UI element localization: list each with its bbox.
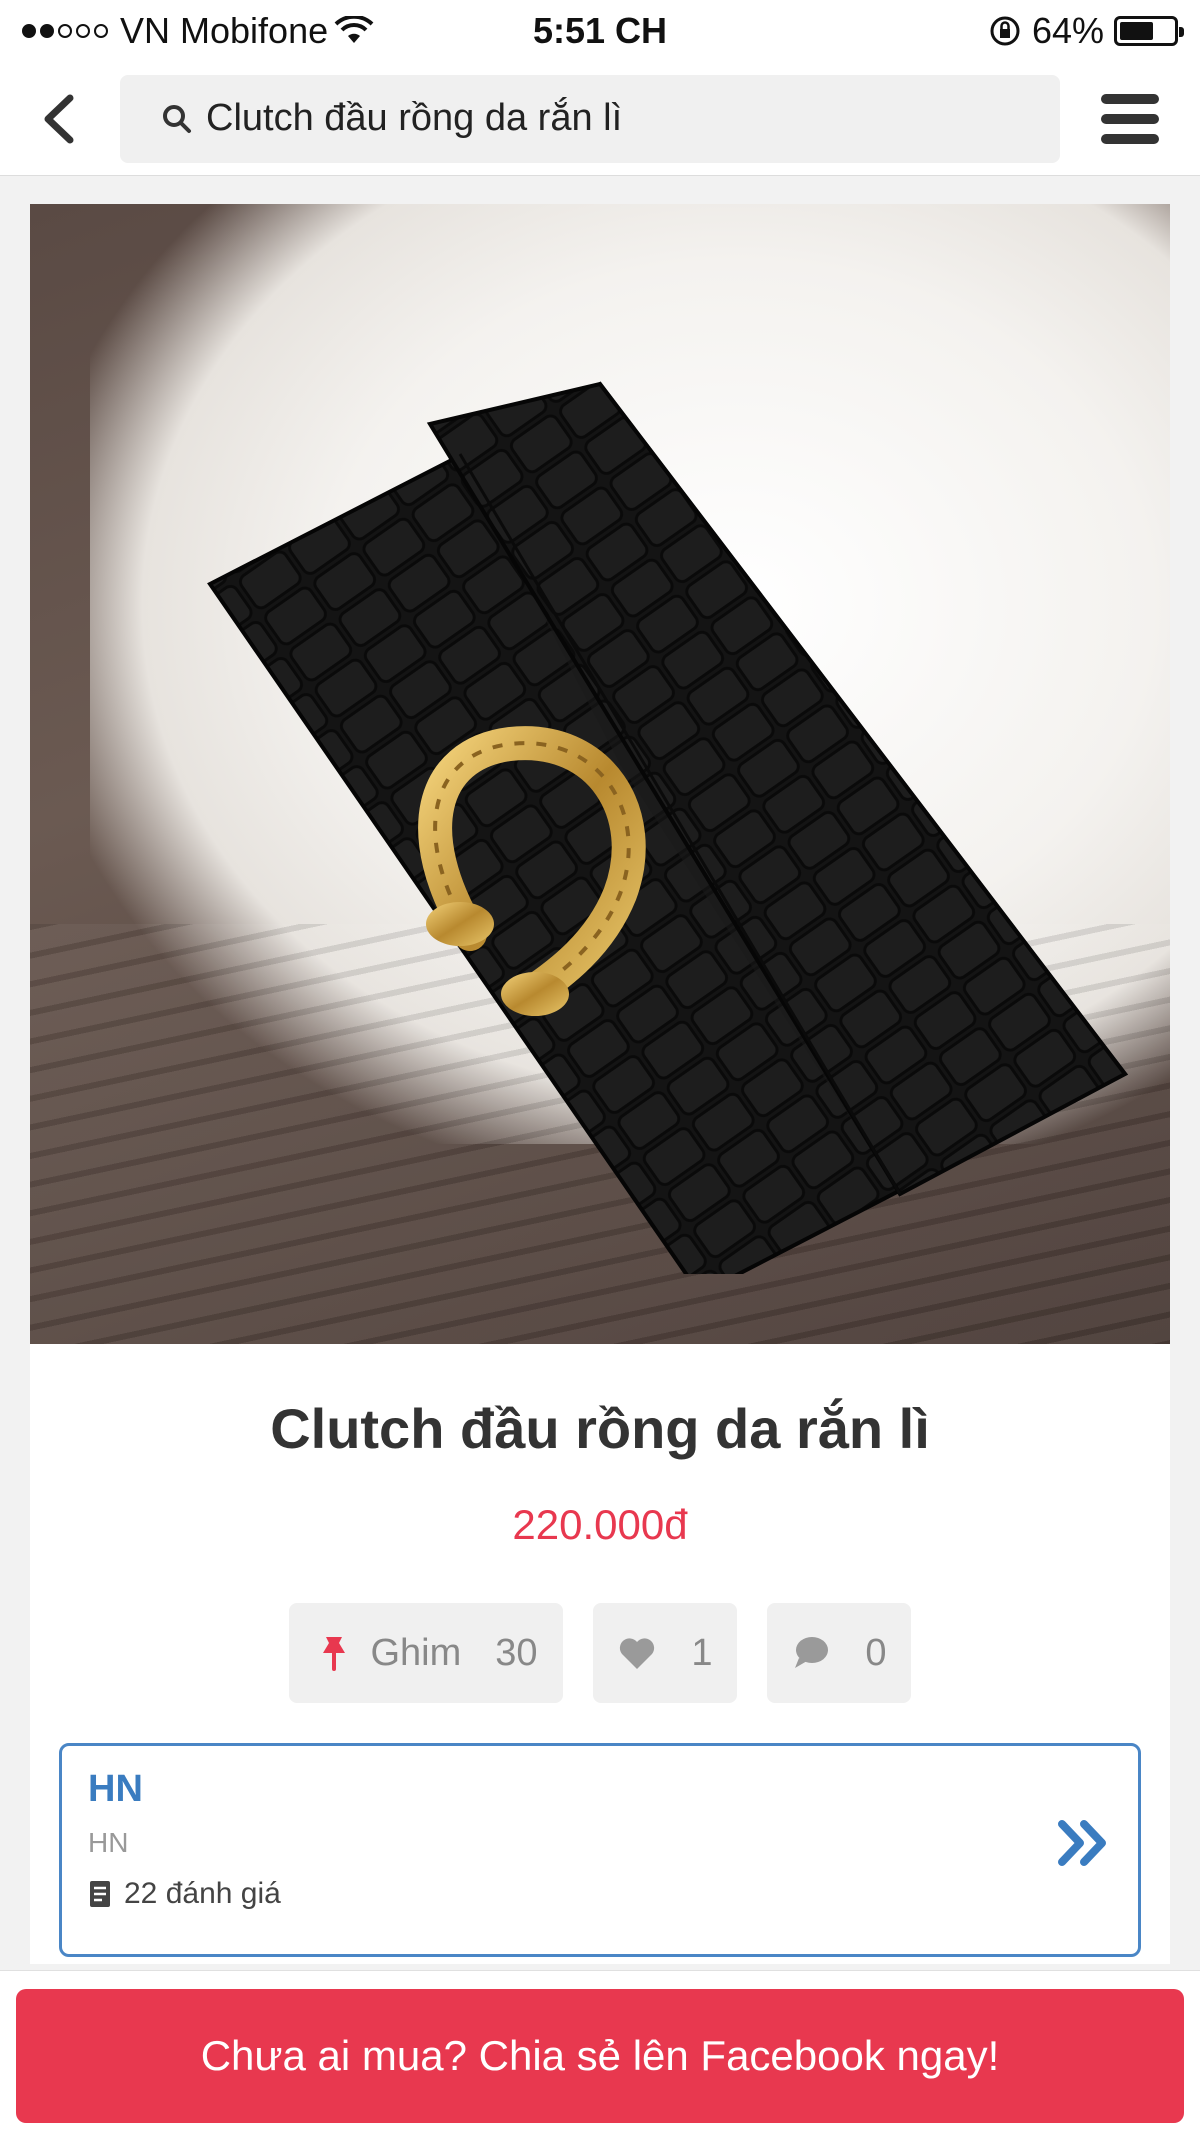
product-price: 220.000đ	[512, 1501, 688, 1548]
pin-icon	[323, 1637, 346, 1671]
product-image[interactable]	[30, 204, 1170, 1344]
like-count: 1	[691, 1631, 713, 1674]
rotation-lock-icon	[990, 16, 1020, 46]
double-chevron-right-icon[interactable]	[1056, 1818, 1112, 1868]
shop-name[interactable]: HN	[88, 1768, 1112, 1811]
pin-count: 30	[495, 1631, 538, 1674]
share-facebook-button[interactable]: Chưa ai mua? Chia sẻ lên Facebook ngay!	[16, 1989, 1184, 2123]
status-right: 64%	[988, 10, 1184, 52]
comment-button[interactable]: 0	[767, 1603, 911, 1703]
product-card: Clutch đầu rồng da rắn lì 220.000đ Ghim …	[30, 204, 1170, 1964]
chevron-left-icon	[44, 94, 74, 143]
heart-icon	[620, 1638, 655, 1669]
shop-info-card[interactable]: HN HN 22 đánh giá	[59, 1743, 1141, 1957]
back-button[interactable]	[0, 62, 120, 176]
search-input[interactable]: Clutch đầu rồng da rắn lì	[120, 74, 1060, 163]
search-icon	[163, 104, 191, 133]
bottom-cta-bar: Chưa ai mua? Chia sẻ lên Facebook ngay!	[0, 1970, 1200, 2136]
battery-level	[1120, 22, 1154, 40]
carrier-name: VN Mobifone	[120, 10, 329, 51]
review-count: 22 đánh giá	[124, 1877, 281, 1910]
battery-percent: 64%	[1031, 10, 1104, 51]
clutch-bag-illustration	[207, 381, 1129, 1274]
nav-bar: Clutch đầu rồng da rắn lì	[0, 62, 1200, 176]
like-button[interactable]: 1	[593, 1603, 737, 1703]
menu-button[interactable]	[1060, 62, 1200, 176]
status-bar: VN Mobifone 5:51 CH 64%	[0, 0, 1200, 62]
shop-reviews: 22 đánh giá	[88, 1877, 1112, 1911]
review-note-icon	[90, 1881, 110, 1907]
comment-icon	[795, 1637, 829, 1668]
pin-label: Ghim	[370, 1631, 462, 1674]
signal-strength-icon	[22, 24, 108, 38]
pin-button[interactable]: Ghim 30	[289, 1603, 563, 1703]
shop-location: HN	[88, 1827, 129, 1858]
wifi-icon	[334, 16, 374, 43]
comment-count: 0	[865, 1631, 887, 1674]
status-left: VN Mobifone	[22, 10, 374, 52]
battery-icon	[1114, 16, 1184, 46]
search-query: Clutch đầu rồng da rắn lì	[206, 97, 623, 139]
product-title: Clutch đầu rồng da rắn lì	[270, 1397, 930, 1460]
hamburger-icon	[1101, 93, 1159, 144]
action-bar: Ghim 30 1 0	[30, 1603, 1170, 1703]
